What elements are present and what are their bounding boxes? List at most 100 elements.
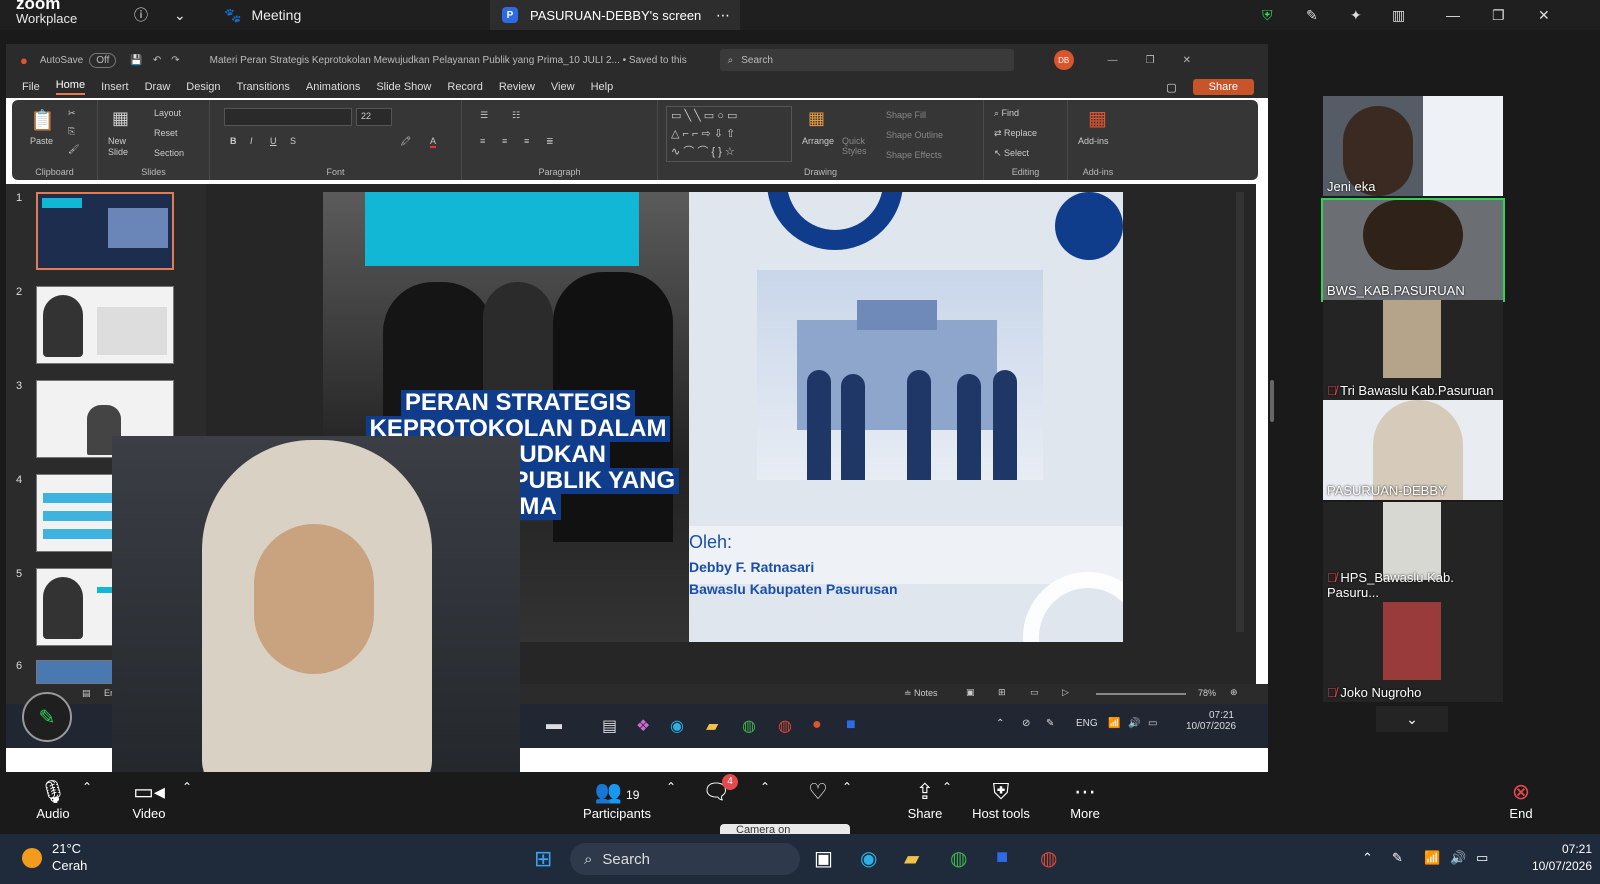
- tab-draw[interactable]: Draw: [145, 81, 171, 93]
- more-button[interactable]: ⋯ More: [1040, 778, 1130, 821]
- cut-icon[interactable]: ✂: [68, 108, 76, 119]
- pp-restore-icon[interactable]: ❐: [1146, 55, 1155, 66]
- battery-icon[interactable]: ▭: [1148, 718, 1157, 729]
- shield-icon[interactable]: ⛨: [1262, 0, 1273, 30]
- zoom-taskbar-icon[interactable]: ■: [846, 716, 856, 734]
- align-right-icon[interactable]: ≡: [524, 136, 529, 146]
- avatar[interactable]: DB: [1053, 50, 1074, 70]
- participant-tile[interactable]: Jeni eka: [1323, 96, 1503, 196]
- wifi-icon[interactable]: 📶: [1424, 850, 1440, 866]
- battery-icon[interactable]: ▭: [1476, 850, 1488, 866]
- replace-button[interactable]: ⇄ Replace: [994, 128, 1037, 139]
- weather-widget[interactable]: 21°C Cerah: [52, 840, 87, 874]
- participant-tile[interactable]: BWS_KAB.PASURUAN: [1321, 198, 1505, 302]
- save-icon[interactable]: 💾: [130, 55, 142, 66]
- info-icon[interactable]: ⓘ: [134, 0, 148, 30]
- system-clock[interactable]: 07:21 10/07/2026: [1518, 841, 1592, 875]
- normal-view-icon[interactable]: ▣: [966, 687, 975, 698]
- new-slide-button[interactable]: New Slide: [108, 136, 138, 158]
- zoom-slider[interactable]: [1096, 693, 1186, 695]
- presenter-video[interactable]: [112, 436, 520, 788]
- notes-button[interactable]: ≐ Notes: [904, 688, 938, 699]
- annotate-button[interactable]: ✎: [22, 692, 72, 742]
- find-button[interactable]: ⌕ Find: [994, 108, 1019, 119]
- weather-icon[interactable]: [22, 848, 42, 868]
- gallery-resize-handle[interactable]: [1270, 380, 1274, 422]
- bullets-icon[interactable]: ☰: [480, 110, 488, 121]
- undo-icon[interactable]: ↶: [153, 55, 161, 66]
- meeting-menu[interactable]: 🐾 Meeting: [224, 0, 301, 30]
- pp-close-icon[interactable]: ✕: [1183, 55, 1191, 66]
- redo-icon[interactable]: ↷: [171, 55, 179, 66]
- chrome-icon[interactable]: ◍: [950, 846, 967, 871]
- autosave-toggle[interactable]: Off: [89, 52, 117, 68]
- wifi-icon[interactable]: 📶: [1108, 718, 1120, 729]
- tab-slide-show[interactable]: Slide Show: [376, 81, 431, 93]
- slide-scrollbar[interactable]: [1236, 192, 1244, 632]
- tab-animations[interactable]: Animations: [306, 81, 360, 93]
- volume-icon[interactable]: 🔊: [1128, 718, 1140, 729]
- spelling-icon[interactable]: ▤: [82, 688, 91, 699]
- tab-view[interactable]: View: [551, 81, 575, 93]
- pen-tray-icon[interactable]: ✎: [1046, 718, 1054, 729]
- layout-button[interactable]: Layout: [154, 108, 181, 118]
- close-icon[interactable]: ✕: [1538, 0, 1550, 30]
- participant-tile[interactable]: PASURUAN-DEBBY: [1323, 400, 1503, 500]
- volume-icon[interactable]: 🔊: [1450, 850, 1466, 866]
- participants-chevron-icon[interactable]: ⌃: [666, 780, 676, 794]
- zoom-taskbar-icon[interactable]: ■: [996, 846, 1008, 869]
- edge-icon[interactable]: ◉: [860, 846, 877, 871]
- taskbar-clock[interactable]: 07:21 10/07/2026: [1186, 710, 1236, 732]
- chat-chevron-icon[interactable]: ⌃: [760, 780, 770, 794]
- reading-view-icon[interactable]: ▭: [1030, 687, 1039, 698]
- quick-styles-button[interactable]: Quick Styles: [842, 136, 872, 156]
- task-view-icon[interactable]: ▣: [814, 846, 833, 871]
- chevron-down-icon[interactable]: ⌄: [174, 0, 186, 30]
- font-size-select[interactable]: 22: [356, 108, 392, 126]
- taskbar-app-icon[interactable]: ▤: [602, 716, 617, 736]
- chat-button[interactable]: 🗨 4: [686, 774, 746, 806]
- comments-icon[interactable]: ▢: [1166, 81, 1176, 94]
- font-name-select[interactable]: [224, 108, 352, 126]
- tab-help[interactable]: Help: [591, 81, 614, 93]
- chrome-icon[interactable]: ◍: [778, 716, 792, 736]
- align-center-icon[interactable]: ≡: [502, 136, 507, 146]
- participant-tile[interactable]: 🎙̸ HPS_Bawaslu Kab. Pasuru...: [1323, 502, 1503, 602]
- restore-icon[interactable]: ❐: [1492, 0, 1505, 30]
- paste-button[interactable]: Paste: [30, 136, 53, 146]
- slide-sorter-icon[interactable]: ⊞: [998, 687, 1006, 698]
- tray-icon[interactable]: ⊘: [1022, 718, 1030, 729]
- shadow-icon[interactable]: S: [290, 136, 296, 146]
- camera-on-toast[interactable]: Camera on: [720, 824, 850, 834]
- end-button[interactable]: ⊗ End: [1476, 778, 1566, 821]
- numbering-icon[interactable]: ☷: [512, 110, 520, 121]
- pen-icon[interactable]: ✎: [1306, 0, 1318, 30]
- folder-icon[interactable]: ▰: [904, 846, 919, 871]
- chrome-icon[interactable]: ◍: [742, 716, 756, 736]
- pen-tray-icon[interactable]: ✎: [1392, 850, 1403, 866]
- copy-icon[interactable]: ⎘: [68, 126, 75, 137]
- slide-thumbnail-1[interactable]: [36, 192, 174, 270]
- chrome-icon[interactable]: ◍: [1040, 846, 1057, 871]
- pp-minimize-icon[interactable]: —: [1108, 55, 1118, 66]
- minimize-icon[interactable]: —: [1446, 0, 1460, 30]
- italic-icon[interactable]: I: [250, 136, 253, 146]
- host-tools-button[interactable]: ⛨ Host tools: [956, 778, 1046, 821]
- participant-tile[interactable]: 🎙̸ Joko Nugroho: [1323, 602, 1503, 702]
- slideshow-icon[interactable]: ▷: [1062, 687, 1069, 698]
- layout-icon[interactable]: ▥: [1392, 0, 1405, 30]
- video-options-chevron-icon[interactable]: ⌃: [182, 780, 192, 794]
- zoom-level[interactable]: 78%: [1198, 688, 1216, 698]
- shape-fill-button[interactable]: Shape Fill: [886, 110, 926, 120]
- section-button[interactable]: Section: [154, 148, 184, 158]
- bold-icon[interactable]: B: [230, 136, 237, 146]
- start-icon[interactable]: ⊞: [534, 846, 552, 872]
- slide-thumbnail-2[interactable]: [36, 286, 174, 364]
- tab-insert[interactable]: Insert: [101, 81, 129, 93]
- tab-record[interactable]: Record: [447, 81, 482, 93]
- tab-file[interactable]: File: [22, 81, 40, 93]
- fit-slide-icon[interactable]: ⊕: [1230, 687, 1238, 698]
- edge-icon[interactable]: ◉: [670, 716, 684, 736]
- select-button[interactable]: ↖ Select: [994, 148, 1029, 159]
- shapes-gallery[interactable]: ▭ ╲ ╲ ▭ ○ ▭ △ ⌐ ⌐ ⇨ ⇩ ⇧ ∿ ⌒ ⌒ { } ☆: [666, 106, 792, 162]
